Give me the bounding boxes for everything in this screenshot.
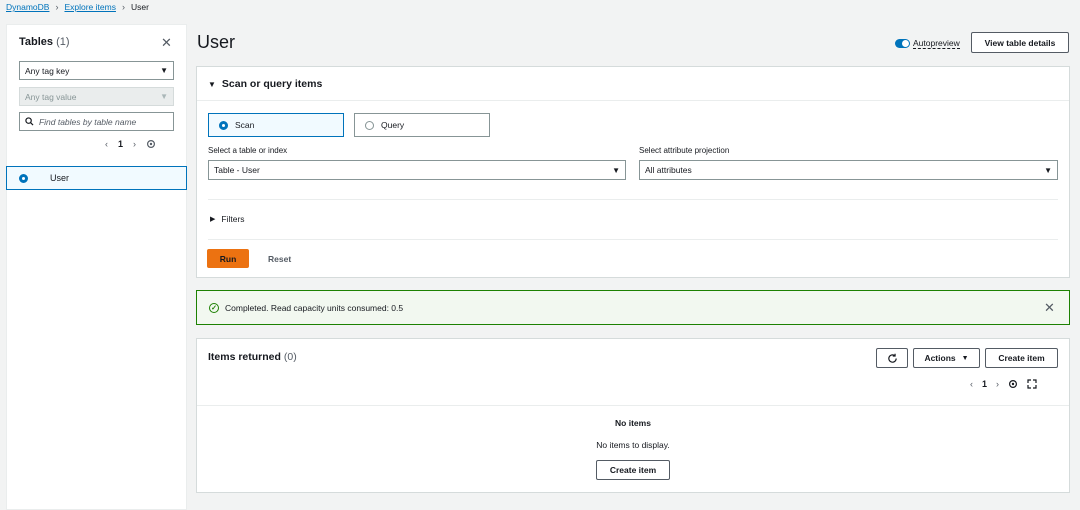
tag-value-select: Any tag value ▼ bbox=[19, 87, 174, 106]
actions-dropdown[interactable]: Actions ▼ bbox=[913, 348, 980, 368]
check-circle-icon: ✓ bbox=[209, 302, 219, 313]
table-index-value: Table - User bbox=[214, 165, 260, 175]
scan-option-label: Scan bbox=[235, 120, 255, 130]
query-radio[interactable] bbox=[365, 120, 374, 130]
attribute-projection-value: All attributes bbox=[645, 165, 692, 175]
autopreview-label: Autopreview bbox=[913, 38, 960, 49]
sidebar-title-text: Tables bbox=[19, 36, 54, 48]
refresh-button[interactable] bbox=[876, 348, 908, 368]
filters-label: Filters bbox=[221, 214, 245, 224]
query-option[interactable]: Query bbox=[354, 113, 490, 137]
chevron-left-icon[interactable]: ‹ bbox=[970, 379, 973, 389]
view-table-details-button[interactable]: View table details bbox=[971, 32, 1069, 53]
close-icon[interactable]: ✕ bbox=[161, 35, 172, 51]
chevron-right-icon[interactable]: › bbox=[133, 139, 136, 149]
caret-right-icon: ▶ bbox=[210, 216, 216, 223]
attribute-projection-select[interactable]: All attributes ▼ bbox=[639, 160, 1058, 180]
autopreview-toggle[interactable] bbox=[895, 39, 910, 48]
caret-down-icon: ▼ bbox=[612, 165, 620, 175]
tag-key-select[interactable]: Any tag key ▼ bbox=[19, 61, 174, 80]
empty-text: No items to display. bbox=[596, 440, 670, 450]
sidebar-pagination: ‹ 1 › bbox=[105, 139, 156, 149]
divider bbox=[208, 239, 1058, 240]
breadcrumb-explore-items-link[interactable]: Explore items bbox=[64, 2, 116, 12]
chevron-right-icon: › bbox=[121, 2, 125, 12]
breadcrumb-dynamodb-link[interactable]: DynamoDB bbox=[6, 2, 49, 12]
table-index-select[interactable]: Table - User ▼ bbox=[208, 160, 626, 180]
caret-down-icon: ▼ bbox=[160, 92, 168, 101]
caret-down-icon: ▼ bbox=[961, 354, 969, 362]
refresh-icon bbox=[887, 353, 897, 363]
chevron-right-icon: › bbox=[55, 2, 59, 12]
scan-section-title: Scan or query items bbox=[221, 78, 323, 90]
scan-query-panel: ▼ Scan or query items Scan Query Select … bbox=[196, 66, 1070, 278]
items-count: (0) bbox=[283, 351, 297, 363]
projection-select-label: Select attribute projection bbox=[639, 146, 730, 155]
filters-expander[interactable]: ▶ Filters bbox=[210, 214, 245, 224]
search-icon bbox=[25, 117, 34, 126]
query-option-label: Query bbox=[381, 120, 405, 130]
divider bbox=[208, 199, 1058, 200]
items-pagination: ‹ 1 › bbox=[970, 379, 1037, 389]
actions-label: Actions bbox=[924, 353, 956, 363]
divider bbox=[197, 100, 1069, 101]
table-list-item-user[interactable]: User bbox=[6, 166, 187, 190]
scan-section-header[interactable]: ▼ Scan or query items bbox=[208, 78, 322, 90]
chevron-left-icon[interactable]: ‹ bbox=[105, 139, 108, 149]
sidebar-table-count: (1) bbox=[56, 36, 70, 48]
scan-radio[interactable] bbox=[219, 120, 228, 130]
scan-option[interactable]: Scan bbox=[208, 113, 344, 137]
tag-value-value: Any tag value bbox=[25, 91, 77, 102]
gear-icon[interactable] bbox=[146, 139, 156, 149]
gear-icon[interactable] bbox=[1008, 379, 1018, 389]
run-button[interactable]: Run bbox=[207, 249, 249, 268]
caret-down-icon: ▼ bbox=[160, 66, 168, 75]
autopreview-toggle-group: Autopreview bbox=[895, 38, 960, 49]
close-icon[interactable]: ✕ bbox=[1044, 300, 1055, 316]
tag-key-value: Any tag key bbox=[25, 65, 70, 76]
flash-message: Completed. Read capacity units consumed:… bbox=[225, 302, 404, 313]
items-page-number[interactable]: 1 bbox=[982, 379, 987, 389]
fullscreen-icon[interactable] bbox=[1027, 379, 1037, 389]
table-radio[interactable] bbox=[19, 173, 28, 183]
sidebar-title: Tables (1) bbox=[19, 36, 70, 48]
divider bbox=[197, 405, 1069, 406]
create-item-button[interactable]: Create item bbox=[985, 348, 1058, 368]
breadcrumb: DynamoDB › Explore items › User bbox=[6, 2, 149, 12]
table-search-input[interactable] bbox=[38, 116, 168, 127]
items-title-text: Items returned bbox=[208, 351, 281, 363]
table-name: User bbox=[50, 173, 70, 183]
caret-down-icon: ▼ bbox=[208, 79, 216, 89]
tables-sidebar: Tables (1) ✕ Any tag key ▼ Any tag value… bbox=[6, 24, 187, 510]
empty-title: No items bbox=[615, 418, 651, 428]
table-search-field[interactable] bbox=[19, 112, 174, 131]
items-title: Items returned (0) bbox=[208, 351, 297, 363]
success-flashbar: ✓ Completed. Read capacity units consume… bbox=[196, 290, 1070, 325]
page-title: User bbox=[197, 32, 236, 52]
table-select-label: Select a table or index bbox=[208, 146, 288, 155]
items-returned-panel: Items returned (0) Actions ▼ Create item… bbox=[196, 338, 1070, 493]
breadcrumb-current: User bbox=[130, 2, 149, 12]
empty-create-item-button[interactable]: Create item bbox=[596, 460, 670, 480]
chevron-right-icon[interactable]: › bbox=[996, 379, 999, 389]
sidebar-page-number[interactable]: 1 bbox=[118, 139, 123, 149]
reset-button[interactable]: Reset bbox=[268, 254, 291, 264]
caret-down-icon: ▼ bbox=[1044, 165, 1052, 175]
